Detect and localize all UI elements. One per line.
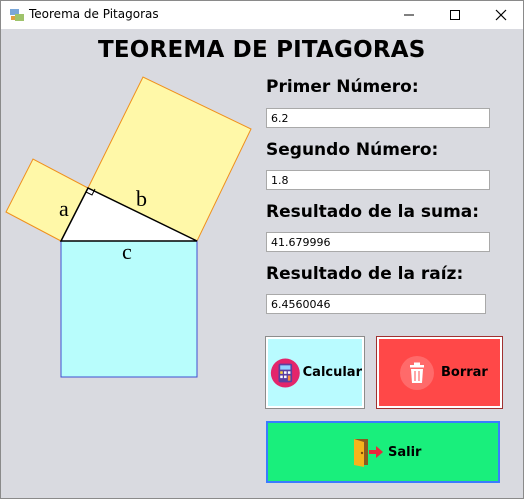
sum-result-label: Resultado de la suma: (266, 202, 480, 222)
first-number-input[interactable] (266, 108, 490, 128)
exit-button[interactable]: Salir (266, 421, 500, 483)
calculate-button[interactable]: Calcular (265, 336, 365, 409)
calculator-icon (270, 358, 300, 387)
pythagoras-diagram: a b c (5, 76, 252, 378)
label-c: c (122, 239, 132, 264)
calculate-button-label: Calcular (302, 365, 362, 380)
maximize-icon (450, 10, 460, 20)
minimize-button[interactable] (387, 1, 431, 29)
title-bar: Teorema de Pitagoras (1, 1, 523, 29)
root-result-label: Resultado de la raíz: (266, 264, 464, 284)
minimize-icon (404, 14, 414, 16)
second-number-input[interactable] (266, 170, 490, 190)
trash-icon (400, 355, 434, 390)
exit-button-label: Salir (388, 444, 422, 460)
close-icon (495, 9, 507, 21)
page-title: TEOREMA DE PITAGORAS (98, 37, 426, 63)
app-icon (10, 9, 24, 21)
first-number-label: Primer Número: (266, 77, 419, 97)
close-button[interactable] (479, 1, 523, 29)
app-window: Teorema de Pitagoras TEOREMA DE PITAGORA… (0, 0, 524, 499)
sum-result-field[interactable] (266, 232, 490, 252)
exit-door-icon (354, 439, 383, 467)
clear-button[interactable]: Borrar (376, 336, 503, 409)
label-b: b (136, 186, 147, 211)
clear-button-label: Borrar (441, 365, 488, 380)
second-number-label: Segundo Número: (266, 140, 439, 160)
root-result-field[interactable] (266, 294, 486, 314)
window-title: Teorema de Pitagoras (29, 7, 159, 21)
label-a: a (59, 196, 69, 221)
maximize-button[interactable] (433, 1, 477, 29)
